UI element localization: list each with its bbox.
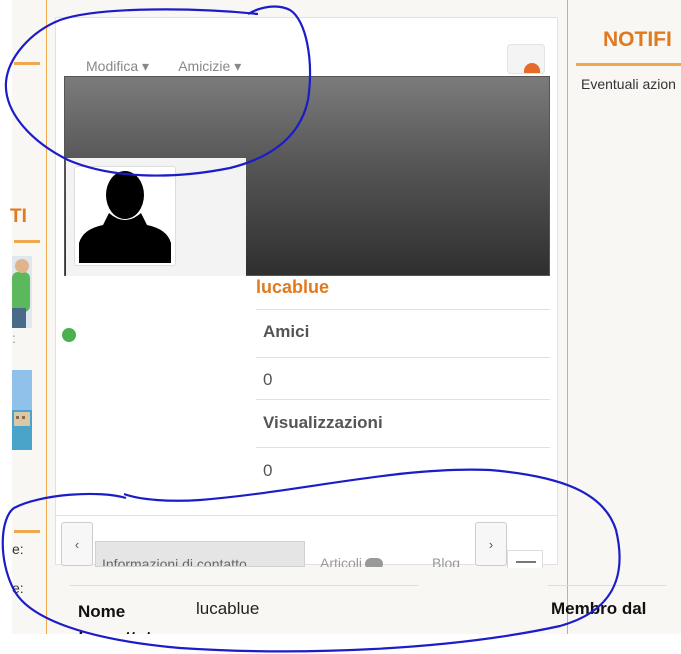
sidebar-thumbnail[interactable] xyxy=(12,256,32,328)
sidebar-heading: TI xyxy=(10,206,27,227)
tab-articles[interactable]: Articoli xyxy=(320,555,384,567)
formatted-name-value: lucablue xyxy=(196,599,260,618)
articles-count-badge xyxy=(365,558,384,567)
views-label: Visualizzazioni xyxy=(263,413,383,432)
details-divider xyxy=(548,585,666,586)
sidebar-label: e: xyxy=(12,580,24,596)
friends-menu-button[interactable]: Amicizie ▾ xyxy=(178,58,241,74)
left-sidebar: TI : e: e: xyxy=(0,0,46,654)
sidebar-label: e: xyxy=(12,541,24,557)
options-button[interactable] xyxy=(507,44,545,74)
profile-action-menu: Modifica ▾ Amicizie ▾ xyxy=(86,58,267,75)
notifications-divider xyxy=(576,63,681,66)
column-divider xyxy=(567,0,568,634)
tabs-next-button[interactable]: › xyxy=(475,522,507,566)
edit-menu-button[interactable]: Modifica ▾ xyxy=(86,58,149,74)
tab-contact-info-label: Informazioni di contatto xyxy=(102,556,247,567)
stat-divider xyxy=(256,399,550,400)
stat-divider xyxy=(256,309,550,310)
online-status-icon xyxy=(62,328,76,342)
panel-divider xyxy=(56,515,558,516)
page-bottom-edge xyxy=(0,634,681,654)
sidebar-thumbnail[interactable] xyxy=(12,370,32,450)
options-icon xyxy=(524,63,540,73)
sidebar-divider xyxy=(14,530,40,533)
avatar[interactable] xyxy=(74,166,176,266)
tab-articles-label: Articoli xyxy=(320,555,363,567)
tabs-menu-button[interactable] xyxy=(507,550,543,568)
default-avatar-icon xyxy=(79,171,171,263)
sidebar-divider xyxy=(14,62,40,65)
views-count: 0 xyxy=(263,461,273,480)
notifications-text: Eventuali azion xyxy=(581,76,676,92)
details-divider xyxy=(70,585,418,586)
tabs-prev-button[interactable]: ‹ xyxy=(61,522,93,566)
stat-divider xyxy=(256,357,550,358)
notifications-title: NOTIFI xyxy=(603,28,672,51)
sidebar-divider xyxy=(14,240,40,243)
friends-count: 0 xyxy=(263,370,273,389)
menu-icon xyxy=(516,561,536,563)
tab-blog[interactable]: Blog xyxy=(432,555,460,567)
member-since-label: Membro dal xyxy=(551,599,647,618)
profile-username[interactable]: lucablue xyxy=(256,277,329,298)
column-divider xyxy=(46,0,47,634)
sidebar-text: : xyxy=(12,330,16,346)
tab-contact-info[interactable]: Informazioni di contatto xyxy=(95,541,305,567)
friends-label: Amici xyxy=(263,322,310,341)
stat-divider xyxy=(256,447,550,448)
